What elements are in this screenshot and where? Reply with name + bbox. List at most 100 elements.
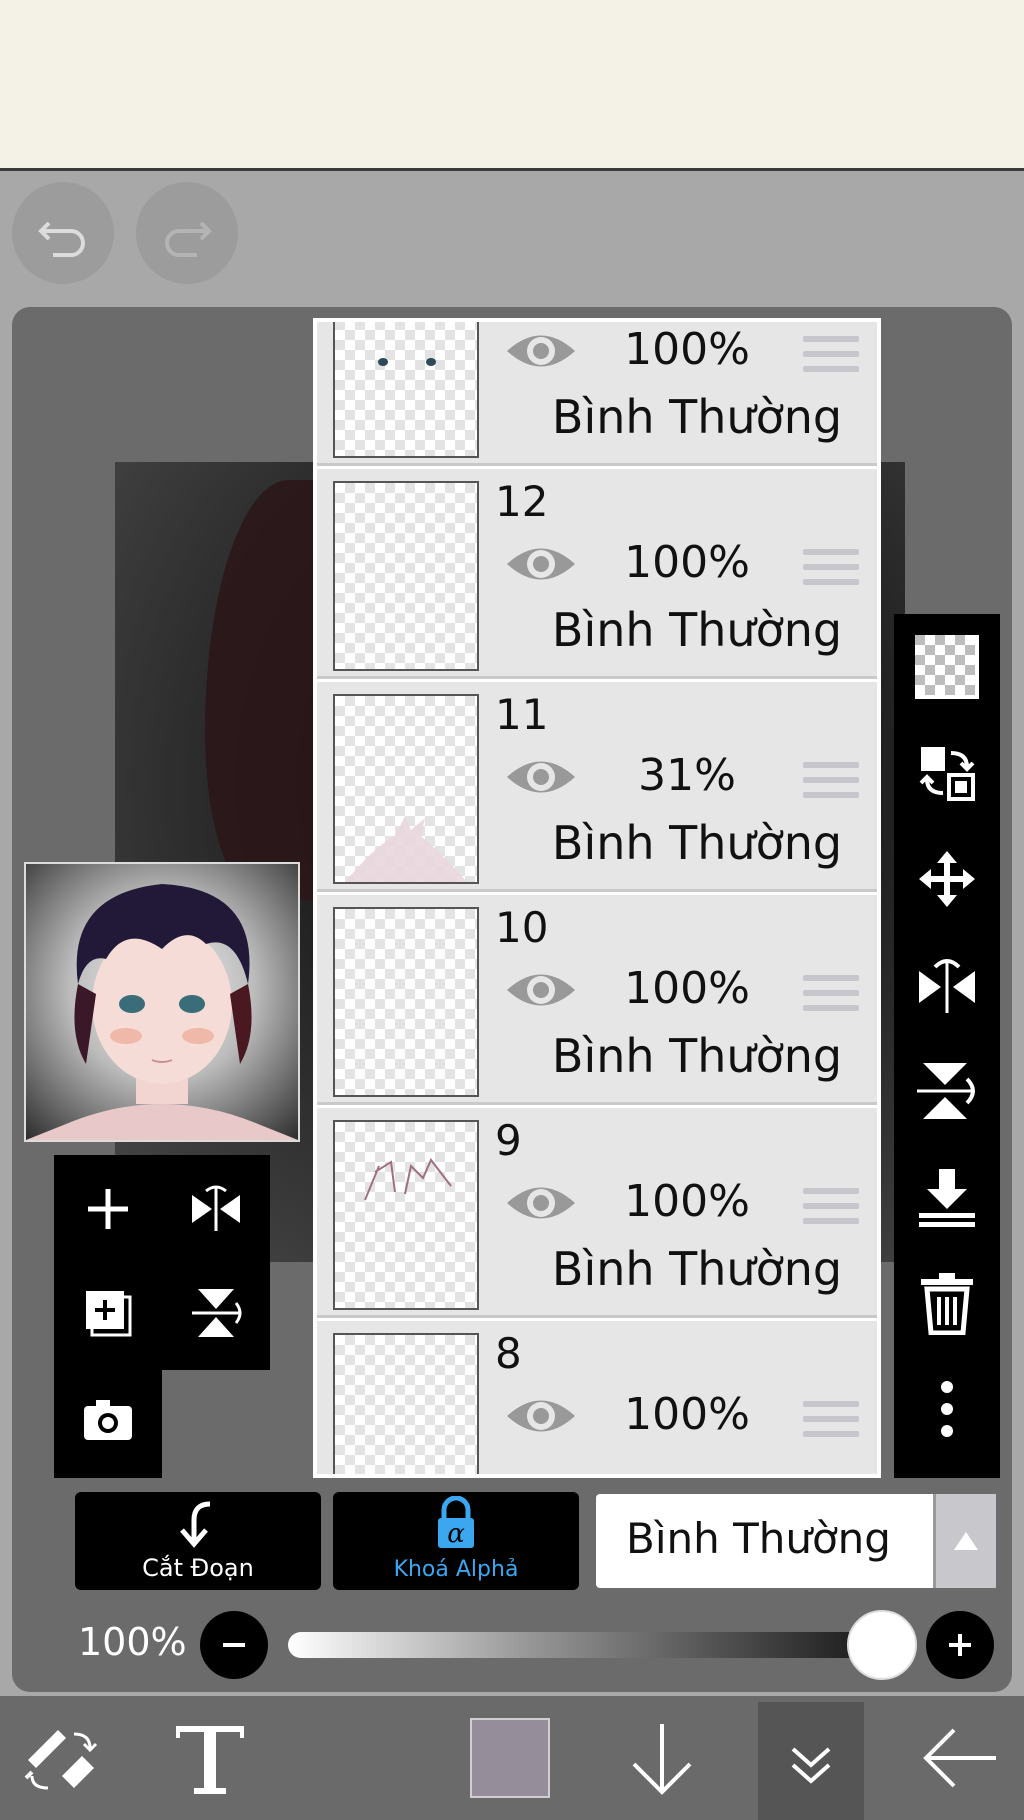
portrait-illustration — [26, 884, 298, 1140]
layer-thumbnail — [333, 694, 479, 884]
flip-layer-vertical-button[interactable] — [894, 1038, 1000, 1144]
alpha-lock-button[interactable]: α Khoá Alphả — [333, 1492, 579, 1590]
scroll-down-button[interactable] — [618, 1696, 706, 1820]
layer-number: 11 — [495, 690, 549, 739]
checkerboard-icon — [915, 635, 979, 699]
flip-vertical-button[interactable] — [166, 1263, 266, 1363]
merge-down-button[interactable] — [894, 1144, 1000, 1250]
minus-icon — [223, 1643, 245, 1647]
drag-handle-icon[interactable] — [803, 762, 859, 798]
alpha-lock-icon: α — [438, 1496, 474, 1549]
layer-blend-mode: Bình Thường — [551, 1029, 843, 1083]
drag-handle-icon[interactable] — [803, 1401, 859, 1437]
undo-icon — [38, 221, 85, 257]
layer-blend-mode: Bình Thường — [551, 816, 843, 870]
blend-mode-value: Bình Thường — [626, 1514, 891, 1563]
duplicate-layer-icon — [86, 1291, 132, 1337]
opacity-increase-button[interactable] — [926, 1611, 994, 1679]
undo-button[interactable] — [12, 182, 114, 284]
layer-blend-mode: Bình Thường — [551, 1242, 843, 1296]
color-swatch-button[interactable] — [462, 1696, 558, 1820]
opacity-decrease-button[interactable] — [200, 1611, 268, 1679]
visibility-eye-icon[interactable] — [503, 539, 579, 589]
current-color-swatch — [470, 1718, 550, 1798]
redo-icon — [165, 221, 212, 257]
flip-vertical-icon — [192, 1289, 242, 1337]
drag-handle-icon[interactable] — [803, 336, 859, 372]
chevron-double-down-icon — [791, 1747, 831, 1784]
opacity-slider-track[interactable] — [288, 1632, 888, 1658]
alpha-lock-label: Khoá Alphả — [393, 1557, 519, 1582]
flip-vertical-icon — [917, 1063, 975, 1119]
top-bar — [0, 0, 1024, 171]
swap-icon — [919, 747, 975, 801]
layer-item[interactable]: 8 100% — [317, 1321, 877, 1474]
drag-handle-icon[interactable] — [803, 975, 859, 1011]
canvas-preview-thumbnail[interactable] — [24, 862, 300, 1142]
arrow-down-icon — [632, 1724, 692, 1795]
more-vertical-icon — [941, 1381, 953, 1437]
svg-text:α: α — [447, 1519, 465, 1549]
visibility-eye-icon[interactable] — [503, 326, 579, 376]
move-arrows-icon — [919, 851, 975, 907]
transparency-button[interactable] — [894, 614, 1000, 720]
layer-item[interactable]: 100% Bình Thường — [317, 322, 877, 466]
add-layer-button[interactable] — [58, 1159, 158, 1259]
trash-icon — [921, 1273, 973, 1335]
duplicate-layer-button[interactable] — [58, 1263, 158, 1363]
blend-mode-select[interactable]: Bình Thường — [596, 1494, 996, 1588]
clipping-label: Cắt Đoạn — [142, 1554, 254, 1582]
blend-mode-dropdown[interactable] — [933, 1494, 996, 1588]
opacity-slider-knob[interactable] — [847, 1610, 917, 1680]
swap-layer-button[interactable] — [894, 720, 1000, 826]
layer-item[interactable]: 12 100% Bình Thường — [317, 469, 877, 679]
layer-item[interactable]: 11 31% Bình Thường — [317, 682, 877, 892]
camera-import-button[interactable] — [58, 1370, 158, 1470]
collapse-panel-button[interactable] — [758, 1702, 864, 1820]
layer-blend-mode: Bình Thường — [551, 603, 843, 657]
flip-layer-horizontal-button[interactable] — [894, 932, 1000, 1038]
layer-thumbnail — [333, 481, 479, 671]
clipping-arrow-icon — [180, 1501, 211, 1548]
layer-thumbnail — [333, 907, 479, 1097]
delete-layer-button[interactable] — [894, 1250, 1000, 1356]
visibility-eye-icon[interactable] — [503, 752, 579, 802]
layer-number: 10 — [495, 903, 549, 952]
arrow-left-icon — [923, 1728, 996, 1788]
layer-thumbnail — [333, 1120, 479, 1310]
layers-panel: 100% Bình Thường 12 100% Bình Thường 11 … — [313, 318, 881, 1478]
drag-handle-icon[interactable] — [803, 549, 859, 585]
flip-horizontal-icon — [919, 959, 975, 1013]
brush-eraser-toggle-button[interactable] — [0, 1696, 120, 1820]
text-tool-button[interactable] — [160, 1696, 260, 1820]
more-options-button[interactable] — [894, 1356, 1000, 1462]
layer-opacity: 100% — [624, 324, 750, 375]
plus-icon — [88, 1189, 128, 1229]
clipping-button[interactable]: Cắt Đoạn — [75, 1492, 321, 1590]
visibility-eye-icon[interactable] — [503, 965, 579, 1015]
redo-button[interactable] — [136, 182, 238, 284]
move-button[interactable] — [894, 826, 1000, 932]
layer-number: 9 — [495, 1116, 522, 1165]
flip-horizontal-button[interactable] — [166, 1159, 266, 1259]
plus-icon — [949, 1634, 971, 1656]
layer-opacity: 100% — [624, 1176, 750, 1227]
visibility-eye-icon[interactable] — [503, 1178, 579, 1228]
layer-thumbnail — [333, 1333, 479, 1474]
layer-item[interactable]: 10 100% Bình Thường — [317, 895, 877, 1105]
layer-opacity: 100% — [624, 963, 750, 1014]
layer-blend-mode: Bình Thường — [551, 390, 843, 444]
brush-eraser-swap-icon — [24, 1730, 98, 1790]
layer-opacity: 100% — [624, 1389, 750, 1440]
layer-tools-panel — [54, 1155, 270, 1478]
layer-number: 8 — [495, 1329, 522, 1378]
drag-handle-icon[interactable] — [803, 1188, 859, 1224]
back-button[interactable] — [910, 1696, 1010, 1820]
visibility-eye-icon[interactable] — [503, 1391, 579, 1441]
bottom-toolbar — [0, 1696, 1024, 1820]
layer-opacity: 31% — [638, 750, 736, 801]
text-t-icon — [176, 1726, 244, 1794]
layer-item[interactable]: 9 100% Bình Thường — [317, 1108, 877, 1318]
layer-number: 12 — [495, 477, 549, 526]
triangle-up-icon — [954, 1532, 978, 1550]
